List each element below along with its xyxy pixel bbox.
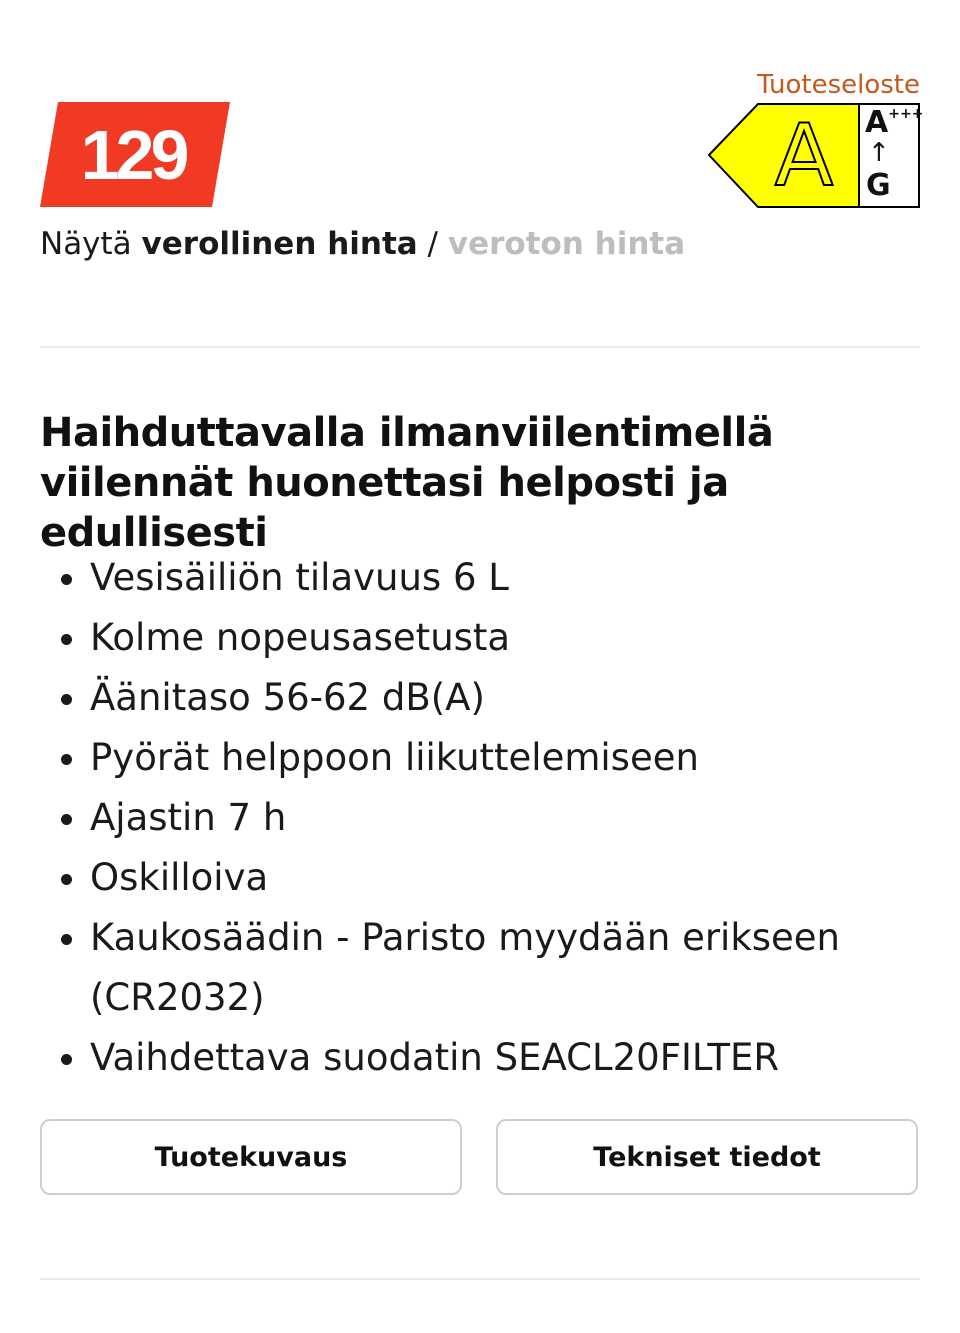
price-value: 129	[80, 115, 190, 194]
description-heading: Haihduttavalla ilmanviilentimellä viilen…	[40, 410, 774, 556]
feature-item: Kolme nopeusasetusta	[90, 608, 950, 668]
energy-scale-bottom: G	[866, 168, 891, 203]
price-toggle-separator: /	[417, 226, 448, 262]
energy-scale-top-plus: +++	[888, 106, 924, 122]
feature-list: Vesisäiliön tilavuus 6 L Kolme nopeusase…	[40, 548, 950, 1088]
with-tax-option[interactable]: verollinen hinta	[142, 226, 418, 262]
feature-item: Kaukosäädin - Paristo myydään erikseen (…	[90, 908, 950, 1028]
product-description-button[interactable]: Tuotekuvaus	[40, 1119, 462, 1195]
price-toggle-prefix: Näytä	[40, 226, 142, 262]
feature-item: Vesisäiliön tilavuus 6 L	[90, 548, 950, 608]
price-tax-toggle: Näytä verollinen hinta / veroton hinta	[40, 226, 685, 262]
arrow-up-icon: ↑	[868, 138, 890, 168]
feature-item: Vaihdettava suodatin SEACL20FILTER	[90, 1028, 950, 1088]
section-divider	[40, 346, 920, 348]
energy-scale-top: A+++	[865, 105, 923, 140]
feature-item: Äänitaso 56-62 dB(A)	[90, 668, 950, 728]
without-tax-option[interactable]: veroton hinta	[448, 226, 685, 262]
technical-specs-button[interactable]: Tekniset tiedot	[496, 1119, 918, 1195]
feature-item: Oskilloiva	[90, 848, 950, 908]
feature-item: Pyörät helppoon liikuttelemiseen	[90, 728, 950, 788]
bottom-divider	[40, 1278, 920, 1280]
energy-scale-top-letter: A	[865, 105, 889, 140]
feature-item: Ajastin 7 h	[90, 788, 950, 848]
energy-class-letter: A	[774, 105, 835, 207]
price-badge: 129	[40, 102, 230, 207]
product-datasheet-link[interactable]: Tuoteseloste	[757, 70, 920, 100]
